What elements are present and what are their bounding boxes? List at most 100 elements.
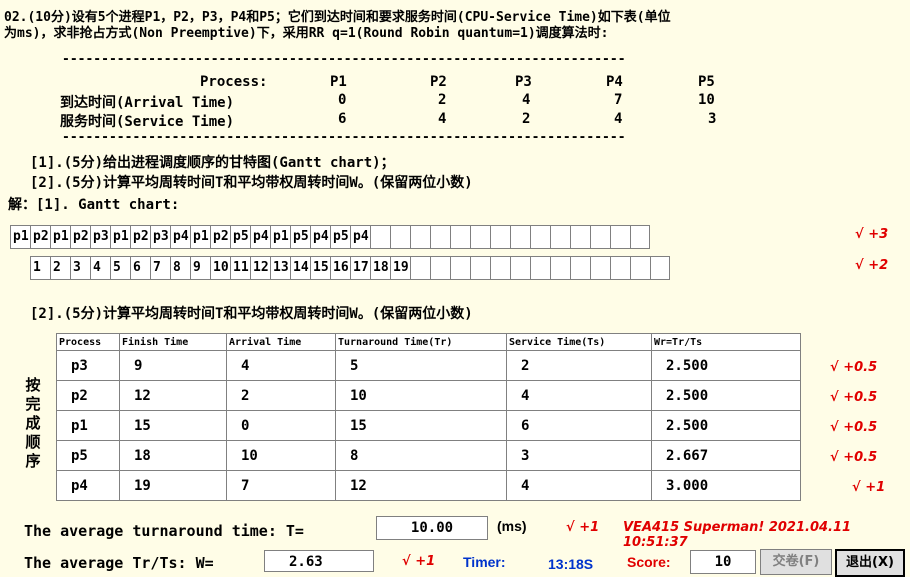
- cell-service[interactable]: 2: [506, 350, 652, 381]
- gantt-seq-cell[interactable]: p1: [190, 226, 210, 248]
- gantt-time-cell[interactable]: 13: [270, 257, 290, 279]
- cell-finish[interactable]: 15: [119, 410, 227, 441]
- cell-arrival[interactable]: 2: [226, 380, 336, 411]
- gantt-time-cell[interactable]: 1: [30, 257, 50, 279]
- gantt-time-cell[interactable]: [490, 257, 510, 279]
- gantt-seq-cell[interactable]: [390, 226, 410, 248]
- gantt-seq-cell[interactable]: p1: [50, 226, 70, 248]
- gantt-time-cell[interactable]: 19: [390, 257, 410, 279]
- gantt-time-cell[interactable]: 5: [110, 257, 130, 279]
- service-value: 3: [708, 111, 717, 127]
- gantt-time-cell[interactable]: [610, 257, 630, 279]
- gantt-time-cell[interactable]: 3: [70, 257, 90, 279]
- gantt-time-cell[interactable]: 7: [150, 257, 170, 279]
- gantt-time-cell[interactable]: 18: [370, 257, 390, 279]
- cell-process: p5: [56, 440, 120, 471]
- gantt-seq-cell[interactable]: [410, 226, 430, 248]
- gantt-time-cell[interactable]: [650, 257, 670, 279]
- gantt-seq-cell[interactable]: [490, 226, 510, 248]
- gantt-seq-cell[interactable]: [530, 226, 550, 248]
- gantt-time-cell[interactable]: 6: [130, 257, 150, 279]
- cell-arrival[interactable]: 10: [226, 440, 336, 471]
- gantt-time-cell[interactable]: [410, 257, 430, 279]
- gantt-seq-cell[interactable]: p1: [10, 226, 30, 248]
- gantt-seq-cell[interactable]: [370, 226, 390, 248]
- gantt-time-cell[interactable]: [430, 257, 450, 279]
- gantt-seq-cell[interactable]: [630, 226, 650, 248]
- gantt-time-cell[interactable]: 17: [350, 257, 370, 279]
- gantt-seq-cell[interactable]: p2: [210, 226, 230, 248]
- gantt-seq-cell[interactable]: [590, 226, 610, 248]
- gantt-time-cell[interactable]: [550, 257, 570, 279]
- cell-weighted[interactable]: 2.500: [651, 380, 801, 411]
- cell-weighted[interactable]: 2.667: [651, 440, 801, 471]
- cell-turnaround[interactable]: 8: [335, 440, 507, 471]
- gantt-seq-cell[interactable]: [470, 226, 490, 248]
- cell-arrival[interactable]: 7: [226, 470, 336, 501]
- gantt-time-cell[interactable]: [530, 257, 550, 279]
- gantt-time-cell[interactable]: [450, 257, 470, 279]
- avg-weighted-input[interactable]: 2.63: [264, 550, 374, 572]
- cell-service[interactable]: 6: [506, 410, 652, 441]
- gantt-seq-cell[interactable]: p3: [150, 226, 170, 248]
- gantt-time-cell[interactable]: [590, 257, 610, 279]
- gantt-seq-cell[interactable]: p2: [70, 226, 90, 248]
- gantt-seq-cell[interactable]: p1: [110, 226, 130, 248]
- gantt-seq-cell[interactable]: [610, 226, 630, 248]
- gantt-seq-cell[interactable]: p2: [30, 226, 50, 248]
- gantt-seq-cell[interactable]: p4: [310, 226, 330, 248]
- gantt-time-cell[interactable]: 14: [290, 257, 310, 279]
- gantt-seq-cell[interactable]: p3: [90, 226, 110, 248]
- gantt-seq-cell[interactable]: p5: [290, 226, 310, 248]
- gantt-time-cell[interactable]: 11: [230, 257, 250, 279]
- gantt-seq-cell[interactable]: p4: [170, 226, 190, 248]
- gantt-time-cell[interactable]: 9: [190, 257, 210, 279]
- submit-button[interactable]: 交卷(F): [760, 549, 832, 575]
- exit-button[interactable]: 退出(X): [835, 549, 905, 577]
- gantt-time-cell[interactable]: [570, 257, 590, 279]
- gantt-time-cell[interactable]: 16: [330, 257, 350, 279]
- cell-finish[interactable]: 12: [119, 380, 227, 411]
- cell-finish[interactable]: 9: [119, 350, 227, 381]
- gantt-seq-cell[interactable]: [510, 226, 530, 248]
- cell-service[interactable]: 4: [506, 380, 652, 411]
- arrival-value: 0: [338, 92, 347, 108]
- gantt-time-cell[interactable]: [510, 257, 530, 279]
- gantt-time-cell[interactable]: [470, 257, 490, 279]
- gantt-seq-cell[interactable]: [550, 226, 570, 248]
- cell-turnaround[interactable]: 15: [335, 410, 507, 441]
- gantt-time-cell[interactable]: 4: [90, 257, 110, 279]
- gantt-seq-cell[interactable]: p5: [330, 226, 350, 248]
- cell-turnaround[interactable]: 10: [335, 380, 507, 411]
- cell-weighted[interactable]: 3.000: [651, 470, 801, 501]
- cell-arrival[interactable]: 4: [226, 350, 336, 381]
- cell-turnaround[interactable]: 12: [335, 470, 507, 501]
- process-name: P2: [430, 74, 447, 90]
- gantt-seq-cell[interactable]: p5: [230, 226, 250, 248]
- gantt-seq-cell[interactable]: [430, 226, 450, 248]
- cell-turnaround[interactable]: 5: [335, 350, 507, 381]
- gantt-seq-cell[interactable]: p1: [270, 226, 290, 248]
- cell-arrival[interactable]: 0: [226, 410, 336, 441]
- cell-finish[interactable]: 19: [119, 470, 227, 501]
- gantt-seq-cell[interactable]: p2: [130, 226, 150, 248]
- gantt-time-cell[interactable]: 15: [310, 257, 330, 279]
- gantt-time-cell[interactable]: 10: [210, 257, 230, 279]
- gantt-seq-cell[interactable]: [450, 226, 470, 248]
- gantt-time-row: 1 2 3 4 5 6 7 8 9 10 11 12 13 14 15 16 17 18 19: [30, 256, 670, 280]
- cell-service[interactable]: 4: [506, 470, 652, 501]
- gantt-time-cell[interactable]: 8: [170, 257, 190, 279]
- cell-weighted[interactable]: 2.500: [651, 410, 801, 441]
- gantt-time-cell[interactable]: 12: [250, 257, 270, 279]
- gantt-time-cell[interactable]: 2: [50, 257, 70, 279]
- divider-top: ----------------------------------------…: [62, 52, 626, 67]
- cell-weighted[interactable]: 2.500: [651, 350, 801, 381]
- table-row: p2 12 2 10 4 2.500: [56, 380, 801, 411]
- gantt-seq-cell[interactable]: [570, 226, 590, 248]
- avg-turnaround-input[interactable]: 10.00: [376, 516, 488, 540]
- cell-finish[interactable]: 18: [119, 440, 227, 471]
- gantt-seq-cell[interactable]: p4: [350, 226, 370, 248]
- gantt-time-cell[interactable]: [630, 257, 650, 279]
- gantt-seq-cell[interactable]: p4: [250, 226, 270, 248]
- cell-service[interactable]: 3: [506, 440, 652, 471]
